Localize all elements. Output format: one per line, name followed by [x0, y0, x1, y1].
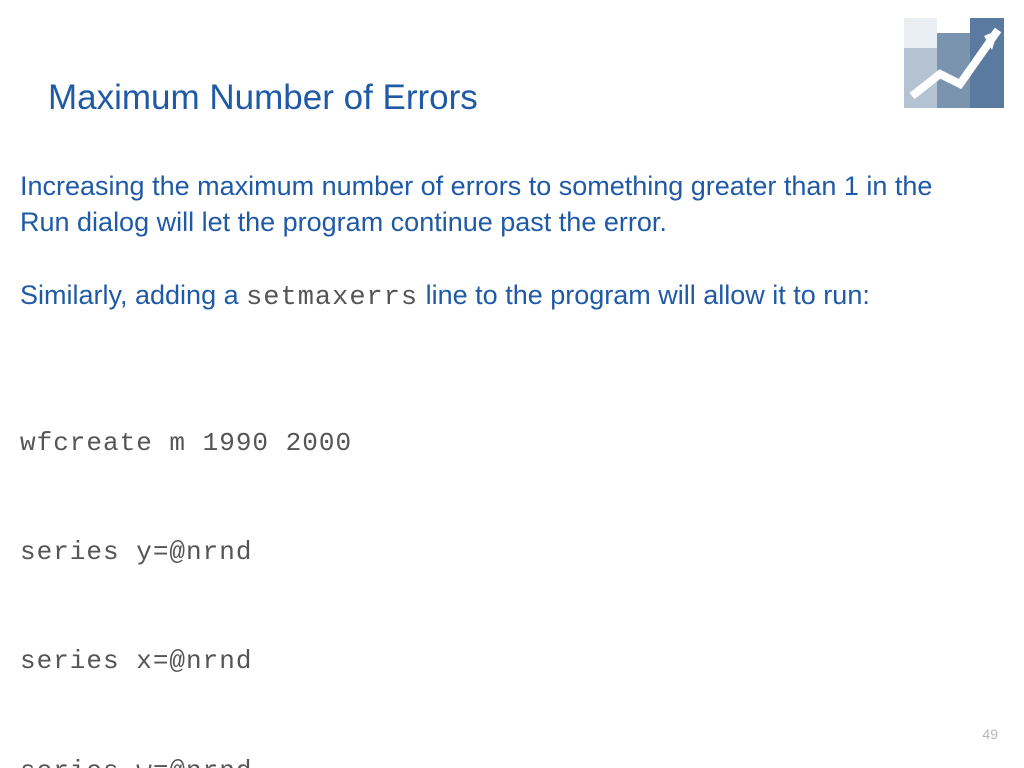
slide-body: Increasing the maximum number of errors …: [20, 168, 984, 768]
paragraph-2: Similarly, adding a setmaxerrs line to t…: [20, 277, 984, 316]
chart-logo-icon: [904, 18, 1004, 108]
code-line: series w=@nrnd: [20, 753, 984, 768]
slide: Maximum Number of Errors Increasing the …: [0, 0, 1024, 768]
p2-post: line to the program will allow it to run…: [418, 280, 870, 310]
code-line: wfcreate m 1990 2000: [20, 425, 984, 461]
inline-code-setmaxerrs: setmaxerrs: [246, 283, 418, 313]
code-line: series y=@nrnd: [20, 534, 984, 570]
paragraph-1: Increasing the maximum number of errors …: [20, 168, 984, 241]
code-line: series x=@nrnd: [20, 643, 984, 679]
code-block: wfcreate m 1990 2000 series y=@nrnd seri…: [20, 352, 984, 768]
slide-title: Maximum Number of Errors: [48, 78, 478, 118]
p2-pre: Similarly, adding a: [20, 280, 246, 310]
page-number: 49: [982, 726, 998, 742]
